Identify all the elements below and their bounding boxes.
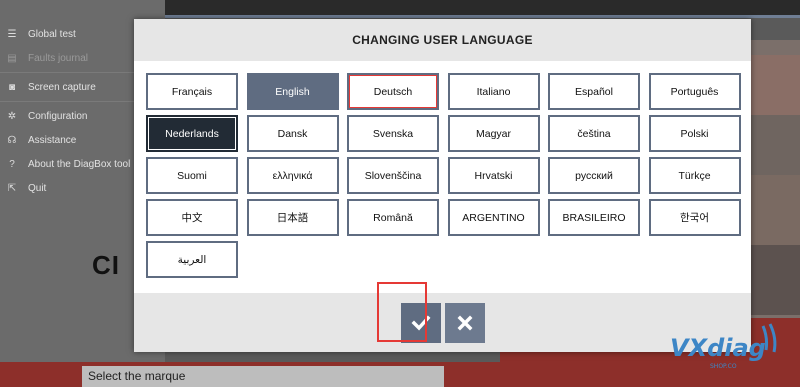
language-option[interactable]: 中文 <box>146 199 238 236</box>
language-option[interactable]: Français <box>146 73 238 110</box>
language-option[interactable]: 한국어 <box>648 199 741 236</box>
help-icon: ? <box>9 158 15 170</box>
sidebar-item-label: Quit <box>28 182 47 194</box>
top-bar <box>165 0 800 18</box>
language-option[interactable]: ελληνικά <box>246 157 339 194</box>
brand-text: CI <box>92 250 120 280</box>
sidebar-item-label: Faults journal <box>28 52 89 64</box>
language-option[interactable]: Nederlands <box>146 115 238 152</box>
marque-select[interactable]: Select the marque <box>82 366 444 387</box>
watermark-sub: SHOP.CO <box>710 363 737 370</box>
journal-icon: ▤ <box>7 52 17 64</box>
language-option[interactable]: Italiano <box>447 73 540 110</box>
language-option[interactable]: Dansk <box>246 115 339 152</box>
confirm-highlight <box>377 282 427 342</box>
language-option[interactable]: Hrvatski <box>447 157 540 194</box>
language-option[interactable]: Suomi <box>146 157 238 194</box>
language-option[interactable]: ARGENTINO <box>447 199 540 236</box>
language-option[interactable]: 日本語 <box>246 199 339 236</box>
headset-icon: ☊ <box>7 134 17 146</box>
language-option[interactable]: Türkçe <box>648 157 741 194</box>
language-option[interactable]: Polski <box>648 115 741 152</box>
language-option[interactable]: English <box>246 73 339 110</box>
sidebar-item-label: About the DiagBox tool <box>28 158 131 170</box>
sidebar-item-label: Global test <box>28 28 76 40</box>
language-option[interactable]: русский <box>548 157 640 194</box>
dialog-title: CHANGING USER LANGUAGE <box>352 33 533 47</box>
language-option[interactable]: Deutsch <box>347 73 439 110</box>
sidebar-item-label: Assistance <box>28 134 77 146</box>
language-option[interactable]: Magyar <box>447 115 540 152</box>
list-icon: ☰ <box>7 28 17 40</box>
language-option[interactable]: Português <box>648 73 741 110</box>
cancel-button[interactable] <box>444 302 485 343</box>
color-swatch <box>750 175 800 245</box>
language-option[interactable]: Română <box>347 199 439 236</box>
language-option[interactable]: Slovenščina <box>347 157 439 194</box>
language-option[interactable]: čeština <box>548 115 640 152</box>
sidebar-item-label: Screen capture <box>28 81 96 93</box>
dialog-body: Français English Deutsch Italiano Español Por… <box>134 61 751 293</box>
sidebar-item-label: Configuration <box>28 110 88 122</box>
color-swatch <box>750 115 800 175</box>
language-dialog: CHANGING USER LANGUAGE Français English De… <box>134 19 751 352</box>
language-option[interactable]: Svenska <box>347 115 439 152</box>
camera-icon: ◙ <box>8 81 16 93</box>
gear-icon: ✲ <box>7 110 17 122</box>
dialog-footer <box>134 293 751 352</box>
color-swatch <box>750 55 800 115</box>
color-swatch <box>750 245 800 315</box>
language-option[interactable]: Español <box>548 73 640 110</box>
exit-icon: ⇱ <box>7 182 17 194</box>
language-grid: Français English Deutsch Italiano Español Por… <box>146 73 751 278</box>
language-option[interactable]: BRASILEIRO <box>548 199 640 236</box>
watermark-brand: VXdiag <box>670 334 766 362</box>
watermark-logo: VXdiag SHOP.CO <box>670 323 777 370</box>
language-option[interactable]: العربية <box>146 241 238 278</box>
close-icon <box>457 315 472 330</box>
